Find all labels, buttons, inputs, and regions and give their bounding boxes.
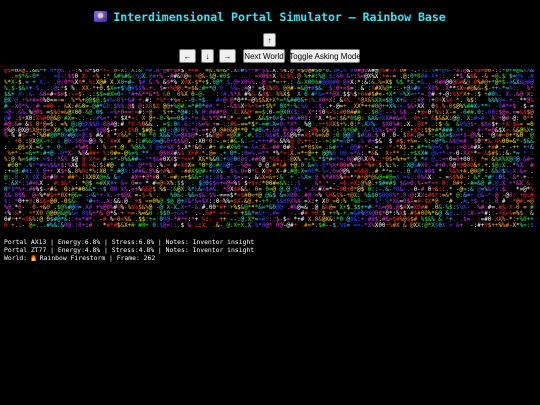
world-status-line: World: Rainbow Firestorm | Frame: 262	[4, 254, 536, 262]
portal-status-line-2: Portal ZT77 | Energy:4.8% | Stress:4.8% …	[4, 246, 255, 255]
galaxy-icon	[94, 11, 108, 22]
world-status-text: Rainbow Firestorm | Frame: 262	[35, 254, 156, 263]
move-up-button[interactable]: ↑	[263, 33, 276, 47]
grid-row: 0 +.:- @=...#%&:&0@.:0+:# - *#*#$&X+# #0…	[4, 222, 534, 229]
portal-ascii-grid: @$=0X@..&&*+.0*@& .-:% &*$0*+- 0-X: X:& …	[4, 69, 536, 232]
portal-status-line-1: Portal AX13 | Energy:6.8% | Stress:6.8% …	[4, 238, 255, 246]
move-right-button[interactable]: →	[219, 49, 236, 63]
toggle-asking-mode-button[interactable]: Toggle Asking Mode	[289, 49, 361, 63]
move-left-button[interactable]: ←	[179, 49, 196, 63]
world-prefix: World:	[4, 254, 31, 263]
status-panel: Portal AX13 | Energy:6.8% | Stress:6.8% …	[4, 238, 536, 263]
move-down-button[interactable]: ↓	[201, 49, 214, 63]
page-title: Interdimensional Portal Simulator — Rain…	[0, 10, 540, 24]
next-world-button[interactable]: Next World	[243, 49, 285, 63]
page-title-text: Interdimensional Portal Simulator — Rain…	[113, 10, 446, 24]
